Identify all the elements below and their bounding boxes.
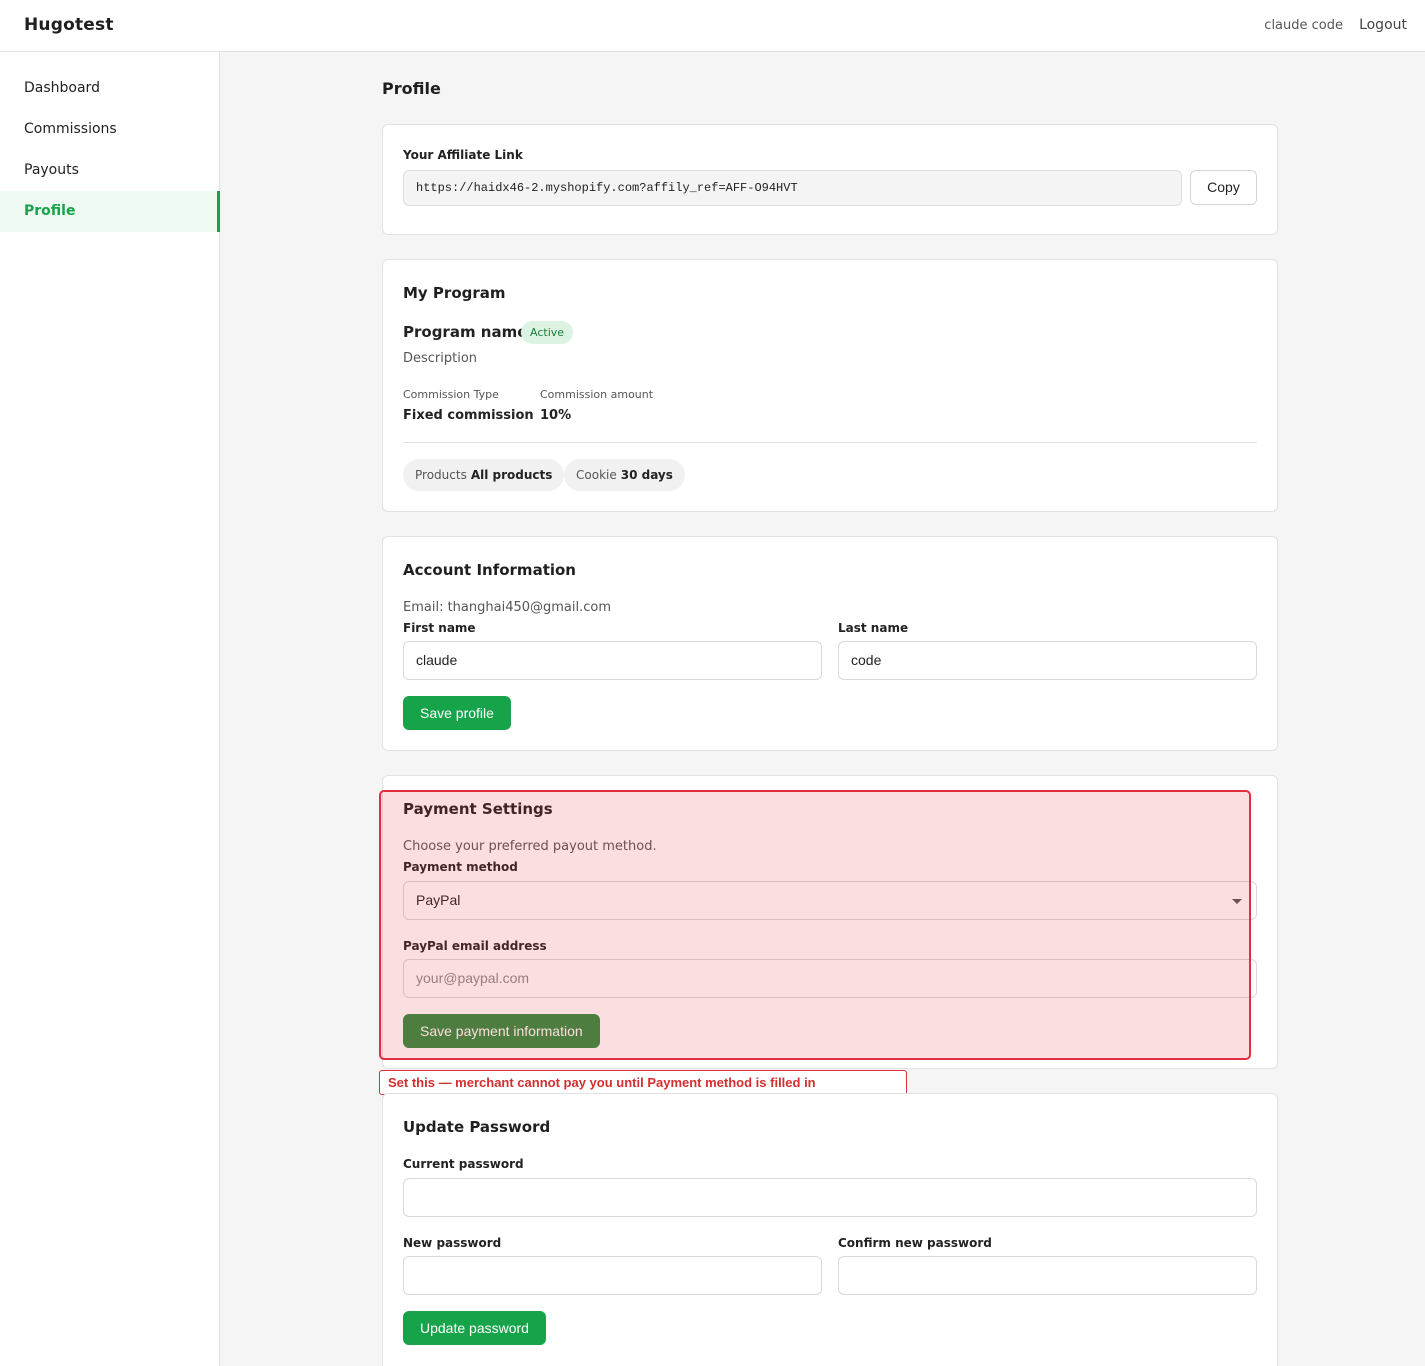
commission-amount-value: 10% [540, 408, 572, 423]
confirm-password-label: Confirm new password [838, 1236, 992, 1250]
page-title: Profile [382, 79, 441, 98]
products-chip: Products All products [403, 459, 565, 491]
products-label: Products [415, 468, 467, 482]
affiliate-link-field[interactable]: https://haidx46-2.myshopify.com?affily_r… [403, 170, 1182, 206]
current-password-label: Current password [403, 1157, 524, 1171]
password-section-title: Update Password [403, 1118, 551, 1136]
commission-type-value: Fixed commission [403, 408, 534, 423]
password-card: Update Password Current password New pas… [382, 1093, 1278, 1366]
sidebar-item-commissions[interactable]: Commissions [0, 109, 219, 150]
save-profile-button[interactable]: Save profile [403, 696, 511, 730]
new-password-input[interactable] [403, 1256, 822, 1295]
sidebar-item-payouts[interactable]: Payouts [0, 150, 219, 191]
account-email: Email: thanghai450@gmail.com [403, 600, 612, 615]
annotation-highlight [379, 790, 1251, 1060]
products-value: All products [470, 468, 553, 482]
cookie-value: 30 days [620, 468, 673, 482]
last-name-input[interactable]: code [838, 641, 1257, 680]
program-card: My Program Program name Active Descripti… [382, 259, 1278, 512]
first-name-input[interactable]: claude [403, 641, 822, 680]
program-name: Program name [403, 323, 528, 341]
top-bar: Hugotest claude code Logout [0, 0, 1425, 52]
annotation-callout: Set this — merchant cannot pay you until… [379, 1070, 907, 1095]
affiliate-link-label: Your Affiliate Link [403, 148, 523, 162]
cookie-chip: Cookie 30 days [564, 459, 685, 491]
cookie-label: Cookie [576, 468, 617, 482]
commission-type-label: Commission Type [403, 388, 499, 401]
copy-button[interactable]: Copy [1190, 170, 1257, 205]
affiliate-link-card: Your Affiliate Link https://haidx46-2.my… [382, 124, 1278, 235]
last-name-label: Last name [838, 621, 909, 635]
new-password-label: New password [403, 1236, 502, 1250]
sidebar-item-dashboard[interactable]: Dashboard [0, 68, 219, 109]
update-password-button[interactable]: Update password [403, 1311, 546, 1345]
current-password-input[interactable] [403, 1178, 1257, 1217]
current-user-name: claude code [1264, 18, 1343, 33]
confirm-password-input[interactable] [838, 1256, 1257, 1295]
sidebar: Dashboard Commissions Payouts Profile [0, 52, 220, 1366]
program-description: Description [403, 351, 478, 366]
logout-link[interactable]: Logout [1359, 17, 1407, 33]
commission-amount-label: Commission amount [540, 388, 654, 401]
status-badge: Active [521, 321, 574, 344]
divider [403, 442, 1257, 443]
account-card: Account Information Email: thanghai450@g… [382, 536, 1278, 751]
brand-title: Hugotest [24, 15, 114, 35]
first-name-label: First name [403, 621, 476, 635]
sidebar-item-profile[interactable]: Profile [0, 191, 220, 232]
account-section-title: Account Information [403, 561, 576, 579]
program-section-title: My Program [403, 284, 506, 302]
